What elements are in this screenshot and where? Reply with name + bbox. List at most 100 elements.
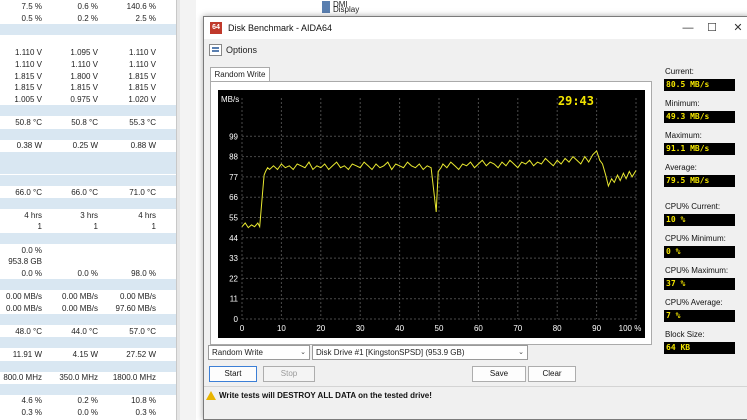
maximum-label: Maximum:: [665, 131, 702, 140]
block-size-label: Block Size:: [665, 330, 705, 339]
background-table-cell: 1.095 V: [70, 48, 98, 58]
background-table-row: 0.00 MB/s 0.00 MB/s 97.60 MB/s: [0, 303, 176, 314]
y-tick-label: 22: [229, 274, 238, 283]
background-table-row: [0, 383, 176, 395]
start-button[interactable]: Start: [209, 366, 257, 382]
screen: 7.5 % 0.6 % 140.6 % 0.5 % 0.2 % 2.5 % 1.110 V1…: [0, 0, 747, 420]
background-table-cell: 0.00 MB/s: [61, 303, 98, 313]
background-table-cell: 0.00 MB/s: [119, 292, 156, 301]
cpu-minimum-label: CPU% Minimum:: [665, 234, 726, 243]
drive-select-value: Disk Drive #1 [KingstonSPSD] (953.9 GB): [316, 348, 465, 357]
background-table-cell: 4 hrs: [138, 210, 156, 220]
x-tick-label: 50: [435, 324, 444, 333]
background-table-cell: 1800.0 MHz: [112, 373, 156, 383]
aida64-app-icon: 64: [210, 22, 222, 34]
background-table-cell: 71.0 °C: [129, 187, 156, 197]
background-table-row: 1.110 V 1.095 V 1.110 V: [0, 47, 176, 58]
title-bar[interactable]: 64 Disk Benchmark - AIDA64 — ☐ ✕: [204, 17, 747, 39]
background-table-row: 0.3 % 0.0 % 0.3 %: [0, 407, 176, 418]
dmi-icon: [322, 1, 330, 9]
background-table-cell: 97.60 MB/s: [115, 303, 156, 313]
background-table-cell: 4.6 %: [21, 396, 42, 406]
background-table-row: 66.0 °C 66.0 °C 71.0 °C: [0, 187, 176, 198]
benchmark-chart: 0 11 22 33 44 55 66 77 88 99 0 10 20 30 40 50 60 70 80 90 10…: [218, 90, 645, 338]
background-table-cell: 0.00 MB/s: [5, 303, 42, 313]
background-table-cell: 1: [93, 222, 98, 232]
background-table-row: [0, 24, 176, 36]
background-table-cell: 0.88 W: [130, 141, 156, 151]
maximum-value: 91.1 MB/s: [664, 143, 735, 155]
background-table-row: 1.815 V 1.815 V 1.815 V: [0, 82, 176, 93]
background-table-row: 48.0 °C 44.0 °C 57.0 °C: [0, 326, 176, 337]
background-table-cell: 0.0 %: [21, 245, 42, 255]
background-table-cell: 0.2 %: [77, 13, 98, 23]
warning-text: Write tests will DESTROY ALL DATA on the…: [219, 391, 432, 400]
chevron-down-icon: ⌄: [300, 349, 306, 356]
test-type-select[interactable]: Random Write ⌄: [208, 345, 310, 360]
options-menu[interactable]: Options: [226, 45, 257, 56]
background-table-cell: 4 hrs: [24, 210, 42, 220]
background-table-cell: 0.00 MB/s: [61, 292, 98, 301]
current-value: 80.5 MB/s: [664, 79, 735, 91]
options-icon[interactable]: [209, 44, 222, 56]
background-table-cell: 1.815 V: [128, 71, 156, 81]
warning-icon: [206, 391, 216, 400]
background-tree-item-dmi[interactable]: DMIDesktop Management Interface informat…: [322, 0, 348, 12]
background-table-row: 1.110 V 1.110 V 1.110 V: [0, 59, 176, 70]
background-table-row: 11.91 W 4.15 W 27.52 W: [0, 349, 176, 360]
background-table-row: [0, 163, 176, 175]
background-table-row: 0.0 %: [0, 245, 176, 256]
y-tick-label: 66: [229, 193, 238, 202]
background-table-cell: 953.8 GB: [8, 257, 42, 267]
cpu-minimum-value: 0 %: [664, 246, 735, 258]
maximize-button[interactable]: ☐: [702, 20, 722, 36]
background-table-cell: 66.0 °C: [15, 187, 42, 197]
background-table-row: [0, 151, 176, 163]
background-table-cell: 57.0 °C: [129, 326, 156, 336]
background-table-cell: 350.0 MHz: [59, 373, 98, 383]
background-table-cell: 1.005 V: [14, 94, 42, 104]
drive-select[interactable]: Disk Drive #1 [KingstonSPSD] (953.9 GB) …: [312, 345, 528, 360]
close-button[interactable]: ✕: [728, 20, 747, 36]
x-tick-label: 100 %: [619, 324, 642, 333]
warning-bar: Write tests will DESTROY ALL DATA on the…: [204, 386, 747, 404]
block-size-value: 64 KB: [664, 342, 735, 354]
clear-button[interactable]: Clear: [528, 366, 576, 382]
background-table-row: 0.0 % 0.0 % 98.0 %: [0, 268, 176, 279]
x-tick-label: 30: [356, 324, 365, 333]
menu-bar: Options: [204, 41, 747, 59]
test-type-select-value: Random Write: [212, 348, 263, 357]
background-table-cell: 48.0 °C: [15, 326, 42, 336]
background-table-cell: 1.800 V: [70, 71, 98, 81]
background-table-cell: 50.8 °C: [15, 118, 42, 127]
minimize-button[interactable]: —: [678, 20, 698, 36]
background-table-cell: 1.110 V: [71, 60, 98, 69]
save-button[interactable]: Save: [472, 366, 526, 382]
background-table-cell: 66.0 °C: [71, 187, 98, 197]
background-table-cell: 0.0 %: [77, 268, 98, 278]
y-tick-label: 44: [229, 234, 238, 243]
background-table-cell: 0.25 W: [72, 141, 98, 151]
x-tick-label: 60: [474, 324, 483, 333]
background-table-cell: 0.00 MB/s: [5, 292, 42, 301]
background-table-cell: 800.0 MHz: [3, 373, 42, 383]
background-table-row: 953.8 GB: [0, 256, 176, 267]
background-table-cell: 0.0 %: [77, 408, 98, 417]
background-table-cell: 1.110 V: [129, 60, 156, 69]
dmi-label: DMI: [333, 0, 348, 9]
y-tick-label: 88: [229, 153, 238, 162]
x-tick-label: 40: [395, 324, 404, 333]
background-table-cell: 1: [37, 222, 42, 232]
background-table-row: 800.0 MHz 350.0 MHz 1800.0 MHz: [0, 372, 176, 383]
cpu-average-value: 7 %: [664, 310, 735, 322]
background-table-cell: 140.6 %: [126, 2, 156, 11]
stop-button[interactable]: Stop: [263, 366, 315, 382]
window-title: Disk Benchmark - AIDA64: [228, 23, 333, 33]
background-table-cell: 55.3 °C: [129, 118, 156, 127]
background-scrollbar[interactable]: [180, 0, 196, 420]
x-tick-label: 80: [553, 324, 562, 333]
background-table-cell: 44.0 °C: [71, 326, 98, 336]
background-table-row: 0.5 % 0.2 % 2.5 %: [0, 13, 176, 24]
tab-random-write[interactable]: Random Write: [210, 67, 270, 82]
background-table-row: [0, 198, 176, 210]
